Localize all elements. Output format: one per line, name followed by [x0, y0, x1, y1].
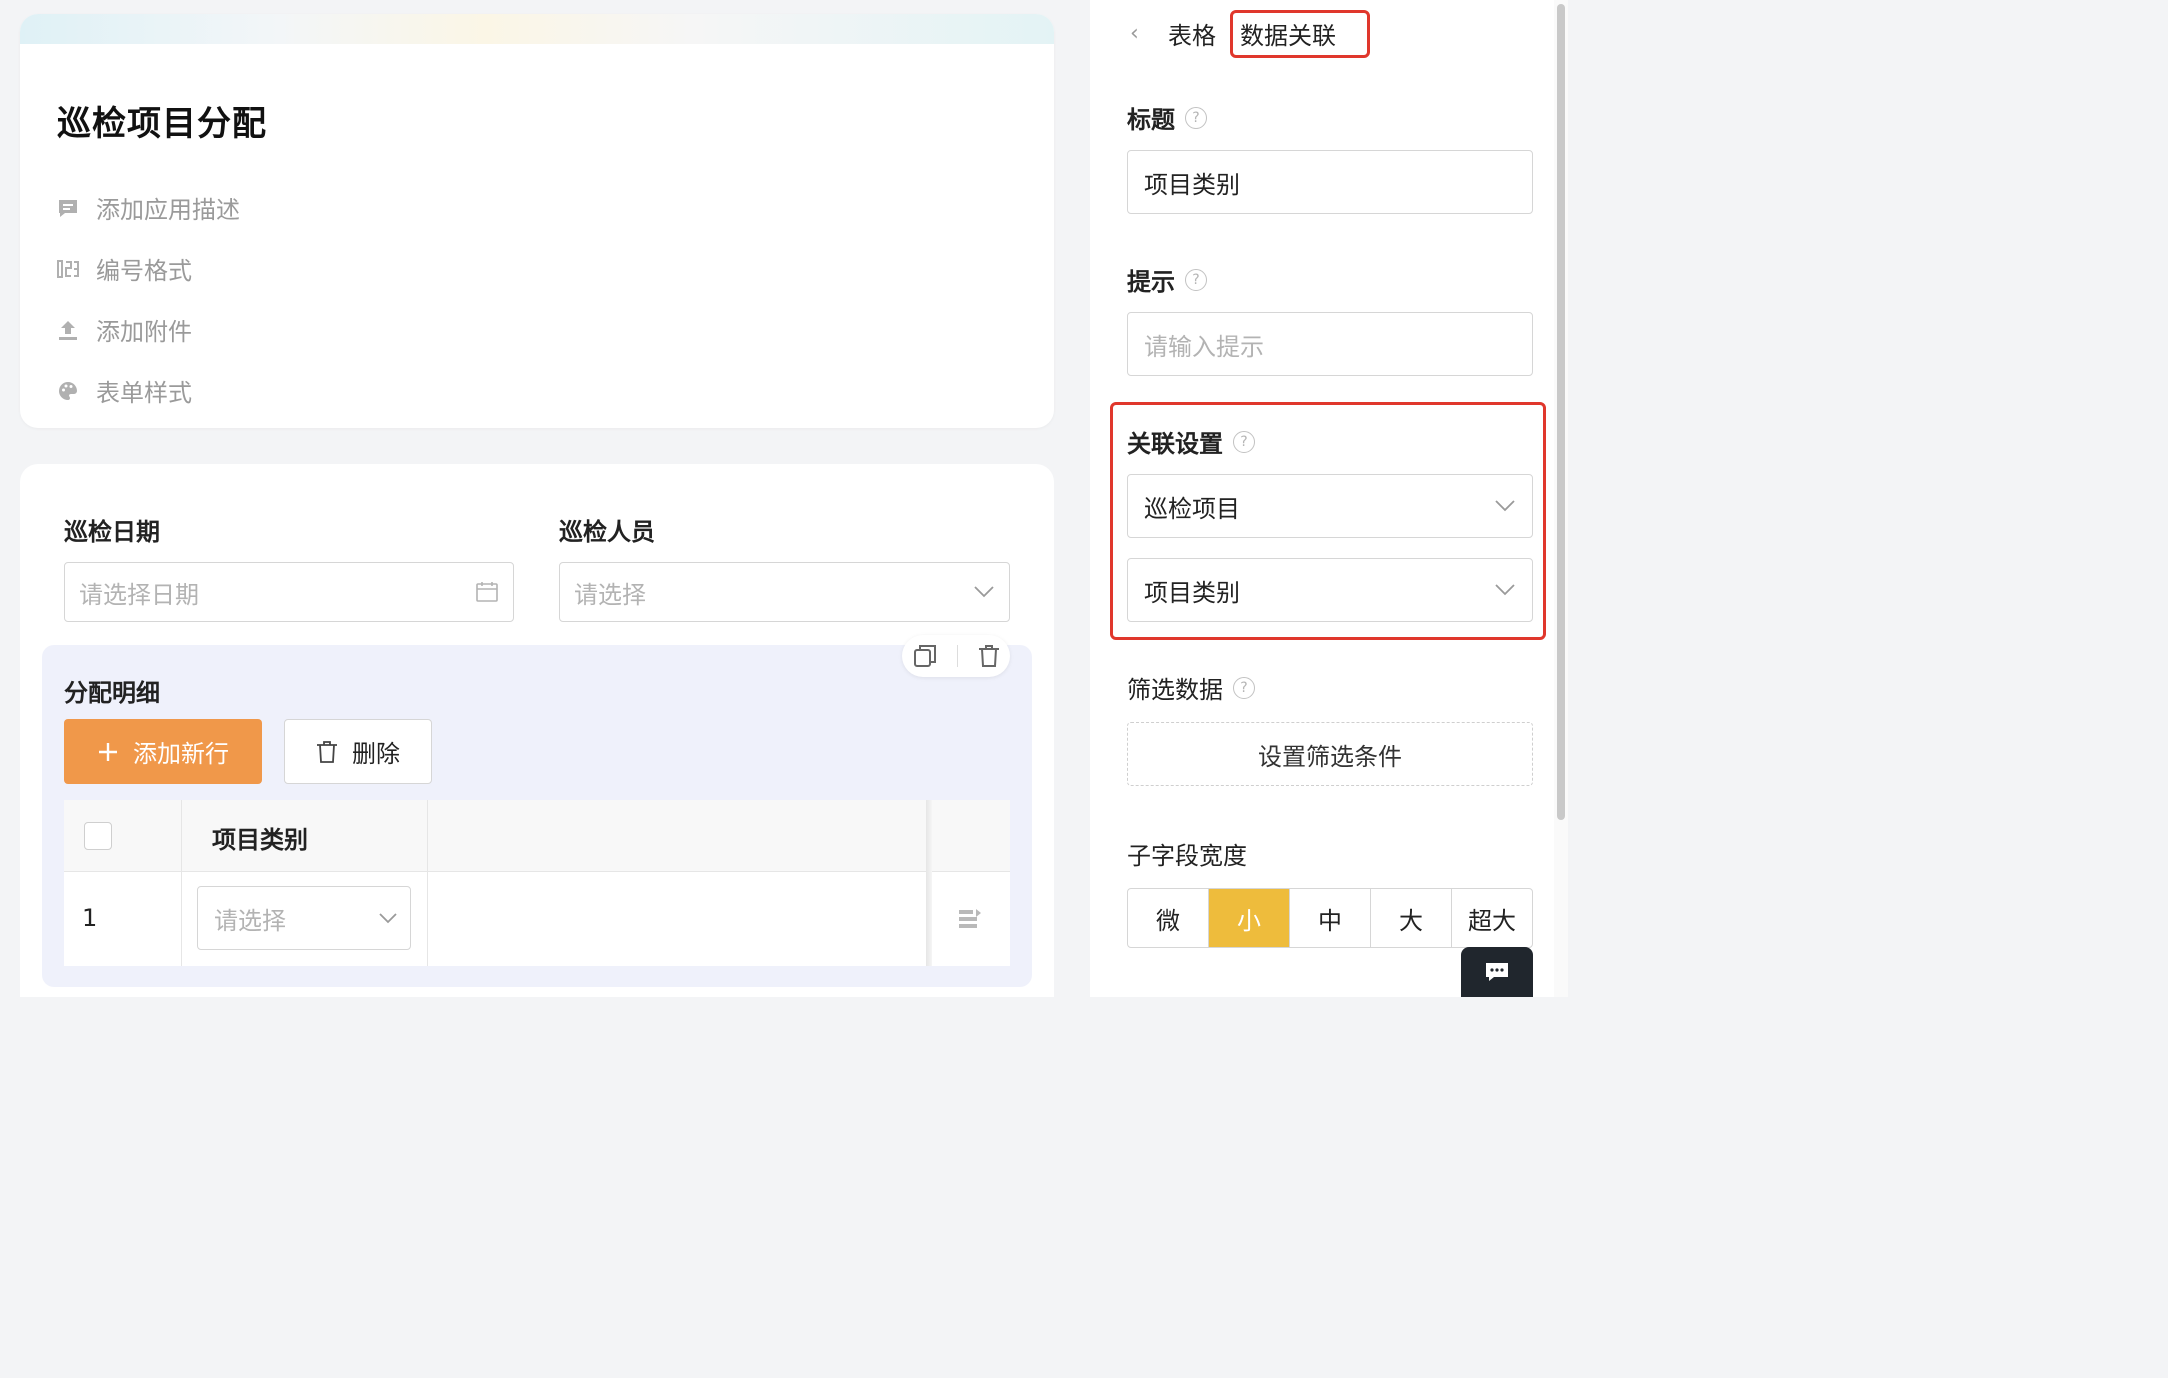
date-placeholder: 请选择日期 [79, 580, 199, 609]
chevron-down-icon [1495, 500, 1515, 512]
help-icon[interactable]: ? [1233, 430, 1255, 453]
form-style-option[interactable]: 表单样式 [56, 373, 192, 408]
scrollbar-thumb[interactable] [1557, 4, 1565, 820]
title-input[interactable]: 项目类别 [1127, 150, 1533, 214]
highlight-breadcrumb [1230, 10, 1370, 58]
trash-icon [317, 740, 337, 763]
hint-input-placeholder: 请输入提示 [1144, 332, 1264, 361]
toolbar-divider [956, 645, 958, 667]
link-form-select[interactable]: 巡检项目 [1127, 474, 1533, 538]
width-option-xlarge[interactable]: 超大 [1452, 889, 1532, 947]
select-all-checkbox[interactable] [84, 822, 112, 850]
upload-icon [59, 320, 77, 340]
chat-support-button[interactable] [1461, 947, 1533, 997]
link-label-text: 关联设置 [1127, 430, 1223, 458]
width-option-small[interactable]: 小 [1209, 889, 1290, 947]
calendar-icon [476, 582, 498, 602]
form-title[interactable]: 巡检项目分配 [57, 96, 267, 145]
subtable-title: 分配明细 [64, 679, 160, 707]
form-style-label: 表单样式 [96, 379, 192, 407]
person-placeholder: 请选择 [574, 580, 646, 609]
copy-icon[interactable] [912, 643, 938, 669]
fixed-column-shadow [926, 800, 932, 966]
link-field-select[interactable]: 项目类别 [1127, 558, 1533, 622]
delete-row-button[interactable]: 删除 [284, 719, 432, 784]
filter-setting-label: 筛选数据 ? [1127, 670, 1255, 705]
palette-icon [58, 381, 77, 400]
header-banner [20, 14, 1054, 44]
number-format-icon [57, 259, 79, 278]
back-chevron-icon[interactable]: ‹ [1130, 21, 1158, 46]
chevron-down-icon [974, 586, 994, 598]
number-format-label: 编号格式 [96, 257, 192, 285]
add-row-button[interactable]: 添加新行 [64, 719, 262, 784]
add-description-label: 添加应用描述 [96, 196, 240, 224]
help-icon[interactable]: ? [1233, 676, 1255, 699]
form-canvas: 巡检项目分配 添加应用描述 编号格式 添加附件 表单样式 巡检日期 请选择日期 … [0, 0, 1090, 997]
width-option-medium[interactable]: 中 [1290, 889, 1371, 947]
date-field[interactable]: 请选择日期 [64, 562, 514, 622]
row-index: 1 [82, 904, 98, 932]
width-segmented-control: 微 小 中 大 超大 [1127, 888, 1533, 948]
category-cell-select[interactable]: 请选择 [197, 886, 411, 950]
chat-icon [1486, 963, 1508, 981]
add-attachment-label: 添加附件 [96, 318, 192, 346]
help-icon[interactable]: ? [1185, 106, 1207, 129]
add-row-label: 添加新行 [133, 740, 229, 768]
title-input-value: 项目类别 [1144, 170, 1240, 199]
number-format-option[interactable]: 编号格式 [56, 251, 192, 286]
link-setting-label: 关联设置 ? [1127, 424, 1255, 459]
trash-icon[interactable] [977, 643, 1001, 669]
link-field-value: 项目类别 [1144, 578, 1240, 607]
width-option-large[interactable]: 大 [1371, 889, 1452, 947]
width-option-tiny[interactable]: 微 [1128, 889, 1209, 947]
set-filter-button[interactable]: 设置筛选条件 [1127, 722, 1533, 786]
hint-setting-label: 提示 ? [1127, 262, 1207, 297]
subtable-grid: 项目类别 1 请选择 [64, 800, 1010, 966]
link-form-value: 巡检项目 [1144, 494, 1240, 523]
breadcrumb-item-table[interactable]: 表格 [1168, 16, 1216, 51]
table-header-row [64, 800, 1010, 872]
person-field-label: 巡检人员 [559, 518, 655, 546]
add-attachment-option[interactable]: 添加附件 [56, 312, 192, 347]
hint-input[interactable]: 请输入提示 [1127, 312, 1533, 376]
column-divider [181, 800, 182, 966]
help-icon[interactable]: ? [1185, 268, 1207, 291]
subtable-section: 分配明细 添加新行 删除 项目类别 1 请选择 [42, 635, 1032, 987]
plus-icon [99, 742, 117, 761]
panel-scrollbar[interactable] [1554, 0, 1568, 997]
hint-label-text: 提示 [1127, 268, 1175, 296]
add-description-option[interactable]: 添加应用描述 [56, 190, 240, 225]
subtable-toolbar [902, 635, 1010, 677]
title-setting-label: 标题 ? [1127, 100, 1207, 135]
chevron-down-icon [1495, 584, 1515, 596]
title-label-text: 标题 [1127, 106, 1175, 134]
chevron-down-icon [379, 912, 397, 923]
row-detail-icon[interactable] [957, 906, 983, 932]
filter-label-text: 筛选数据 [1127, 676, 1223, 704]
delete-row-label: 删除 [352, 740, 400, 768]
form-header-card: 巡检项目分配 添加应用描述 编号格式 添加附件 表单样式 [20, 14, 1054, 428]
width-setting-label: 子字段宽度 [1127, 842, 1247, 870]
properties-panel: ‹ 表格 数据关联 标题 ? 项目类别 提示 ? 请输入提示 关联设置 ? 巡检… [1090, 0, 1568, 997]
column-header-category: 项目类别 [212, 826, 308, 854]
date-field-label: 巡检日期 [64, 518, 160, 546]
column-divider [427, 800, 428, 966]
person-select[interactable]: 请选择 [559, 562, 1010, 622]
comment-icon [59, 199, 77, 217]
cell-placeholder: 请选择 [214, 906, 286, 935]
